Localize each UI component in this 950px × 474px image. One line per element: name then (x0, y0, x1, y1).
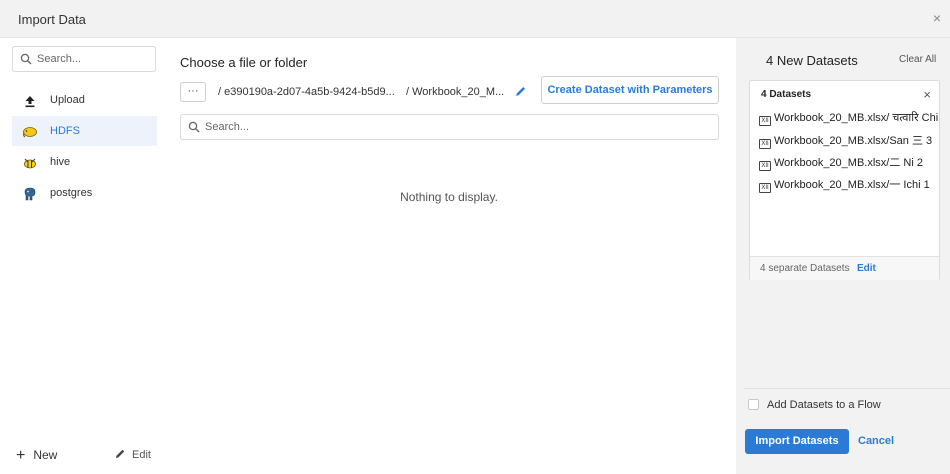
new-datasets-panel: 4 New Datasets Clear All 4 Datasets × XI… (736, 38, 950, 474)
sidebar-item-label: Upload (50, 94, 85, 106)
divider (744, 388, 950, 389)
empty-state-message: Nothing to display. (400, 190, 498, 204)
dataset-item-label: Workbook_20_MB.xlsx/ चत्वारि Chi (774, 112, 939, 124)
postgres-elephant-icon (24, 187, 36, 201)
plus-icon: + (16, 447, 26, 464)
excel-file-icon: XII (759, 139, 771, 149)
excel-file-icon: XII (759, 161, 771, 171)
pencil-icon (116, 449, 125, 458)
dataset-item: XII Workbook_20_MB.xlsx/San 三 3 (759, 132, 939, 150)
sidebar-search-box[interactable] (12, 46, 156, 72)
file-browser: Choose a file or folder ··· / e390190a-2… (162, 38, 736, 474)
dataset-item-label: Workbook_20_MB.xlsx/San 三 3 (774, 135, 933, 147)
checkbox-box[interactable] (748, 399, 759, 410)
new-datasets-title: 4 New Datasets (766, 53, 858, 68)
import-datasets-button[interactable]: Import Datasets (745, 429, 849, 454)
sidebar-item-upload[interactable]: Upload (12, 85, 157, 115)
new-label: New (33, 448, 58, 462)
edit-label: Edit (132, 449, 151, 461)
sidebar-footer: + New Edit (0, 438, 162, 474)
sidebar-item-postgres[interactable]: postgres (12, 178, 157, 208)
sidebar-item-label: postgres (50, 187, 93, 199)
sidebar-item-label: HDFS (50, 125, 80, 137)
search-icon (188, 121, 200, 133)
add-to-flow-label: Add Datasets to a Flow (767, 399, 881, 411)
hive-bee-icon (24, 158, 36, 169)
close-icon[interactable]: × (923, 87, 931, 102)
sidebar-item-hive[interactable]: hive (12, 147, 157, 177)
connections-sidebar: Upload HDFS hive postgres (0, 38, 162, 474)
cancel-button[interactable]: Cancel (858, 435, 894, 447)
excel-file-icon: XII (759, 116, 771, 126)
sidebar-item-hdfs[interactable]: HDFS (12, 116, 157, 146)
add-to-flow-checkbox[interactable]: Add Datasets to a Flow (748, 399, 881, 411)
page-title: Choose a file or folder (180, 55, 308, 70)
breadcrumb-item-folder[interactable]: / e390190a-2d07-4a5b-9424-b5d9... (218, 86, 395, 98)
breadcrumb-item-workbook[interactable]: / Workbook_20_M... (406, 86, 504, 98)
dataset-item: XII Workbook_20_MB.xlsx/二 Ni 2 (759, 154, 939, 172)
separate-datasets-label: 4 separate Datasets (760, 263, 850, 274)
datasets-card-header: 4 Datasets (761, 89, 812, 100)
breadcrumb-more-button[interactable]: ··· (180, 82, 206, 102)
new-connection-button[interactable]: + New (16, 447, 57, 465)
create-dataset-with-parameters-button[interactable]: Create Dataset with Parameters (541, 76, 719, 104)
hdfs-elephant-icon (23, 127, 37, 138)
sidebar-item-label: hive (50, 156, 71, 168)
sidebar-search-input[interactable] (37, 51, 152, 67)
upload-icon (25, 96, 35, 108)
clear-all-button[interactable]: Clear All (899, 54, 936, 65)
edit-path-pencil-icon[interactable] (514, 85, 527, 98)
datasets-card-footer: 4 separate Datasets Edit (750, 256, 939, 280)
edit-datasets-link[interactable]: Edit (857, 263, 876, 274)
search-icon (20, 53, 32, 65)
dialog-titlebar: Import Data × (0, 0, 950, 38)
close-icon[interactable]: × (930, 11, 944, 25)
dialog-title: Import Data (18, 12, 86, 27)
datasets-card: 4 Datasets × XII Workbook_20_MB.xlsx/ चत्… (749, 80, 940, 280)
file-search-box[interactable] (180, 114, 719, 140)
import-data-dialog: Import Data × Upload HDFS (0, 0, 950, 474)
file-search-input[interactable] (205, 119, 705, 135)
dataset-item: XII Workbook_20_MB.xlsx/ चत्वारि Chi (759, 110, 939, 128)
edit-connections-button[interactable]: Edit (114, 448, 151, 461)
dataset-item-label: Workbook_20_MB.xlsx/一 Ichi 1 (774, 179, 930, 191)
excel-file-icon: XII (759, 183, 771, 193)
dataset-item-label: Workbook_20_MB.xlsx/二 Ni 2 (774, 157, 923, 169)
dataset-item: XII Workbook_20_MB.xlsx/一 Ichi 1 (759, 176, 939, 194)
